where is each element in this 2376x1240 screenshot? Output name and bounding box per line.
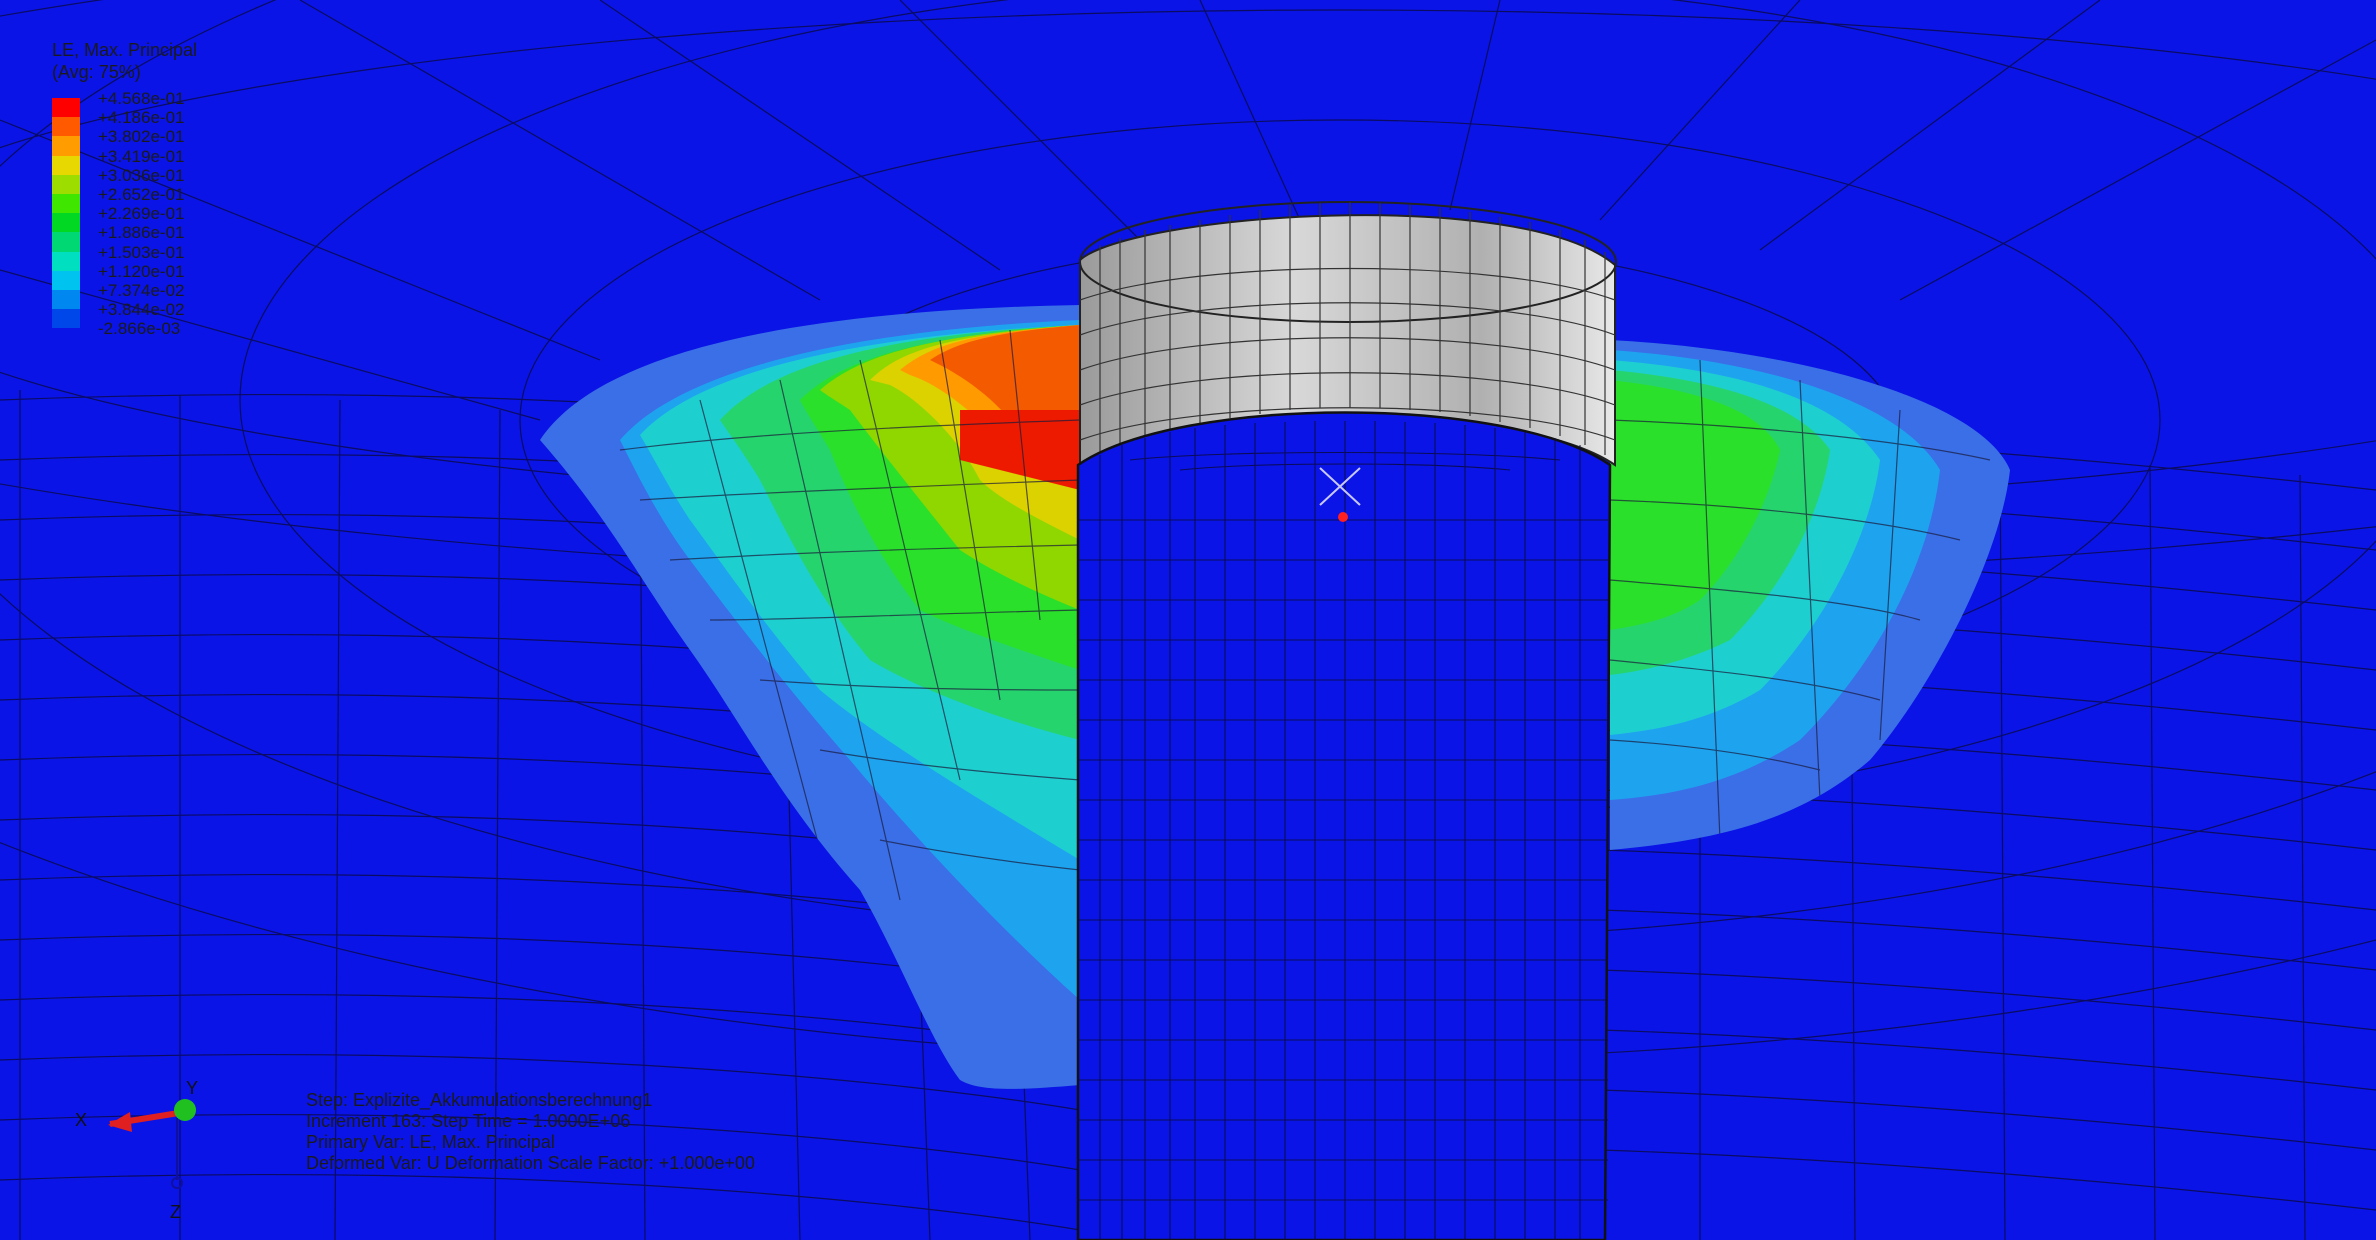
- legend-value: +4.186e-01: [98, 108, 185, 128]
- legend-subtitle: (Avg: 75%): [52, 62, 141, 82]
- legend-color-swatch: [52, 309, 80, 329]
- legend-color-swatch: [52, 232, 80, 252]
- contour-legend: LE, Max. Principal (Avg: 75%) +4.568e-01…: [30, 20, 250, 350]
- analysis-info: Step: Explizite_Akkumulationsberechnung1…: [306, 1090, 755, 1174]
- legend-value: +3.844e-02: [98, 300, 185, 320]
- info-step: Step: Explizite_Akkumulationsberechnung1: [306, 1090, 653, 1110]
- pile-shaft: [1076, 411, 1612, 1240]
- legend-color-swatch: [52, 155, 80, 175]
- triad-y-label: Y: [186, 1078, 198, 1098]
- legend-color-swatch: [52, 270, 80, 290]
- info-increment: Increment 163: Step Time = 1.0000E+06: [306, 1111, 631, 1131]
- legend-color-swatch: [52, 98, 80, 118]
- center-marker-dot: [1338, 512, 1348, 522]
- legend-title: LE, Max. Principal: [52, 40, 198, 60]
- legend-color-swatch: [52, 136, 80, 156]
- legend-value: +4.568e-01: [98, 89, 185, 108]
- legend-color-swatch: [52, 193, 80, 214]
- info-deformed-var: Deformed Var: U Deformation Scale Factor…: [306, 1153, 755, 1173]
- legend-value: +2.652e-01: [98, 184, 185, 204]
- legend-color-swatch: [52, 117, 80, 137]
- legend-value: +1.503e-01: [98, 242, 185, 262]
- legend-value: +1.120e-01: [98, 261, 185, 281]
- triad-x-label: X: [75, 1110, 87, 1130]
- legend-value: +3.419e-01: [98, 146, 185, 166]
- legend-color-swatch: [52, 213, 80, 233]
- legend-color-swatch: [52, 328, 80, 348]
- legend-value: +1.886e-01: [98, 223, 185, 243]
- legend-color-swatch: [52, 251, 80, 271]
- info-primary-var: Primary Var: LE, Max. Principal: [306, 1132, 555, 1152]
- right-strain-contour: [1610, 340, 2010, 850]
- legend-color-swatch: [52, 289, 80, 310]
- legend-value: +3.036e-01: [98, 165, 185, 185]
- triad-z-label: Z: [170, 1202, 181, 1222]
- legend-value: +7.374e-02: [98, 280, 185, 300]
- legend-value: +2.269e-01: [98, 204, 185, 224]
- legend-color-swatch: [52, 174, 80, 194]
- legend-value: +3.802e-01: [98, 127, 185, 147]
- legend-value: -2.866e-03: [98, 319, 181, 339]
- left-strain-contour: [540, 305, 1080, 1089]
- fea-model-viewport[interactable]: X Y Z: [0, 0, 2376, 1240]
